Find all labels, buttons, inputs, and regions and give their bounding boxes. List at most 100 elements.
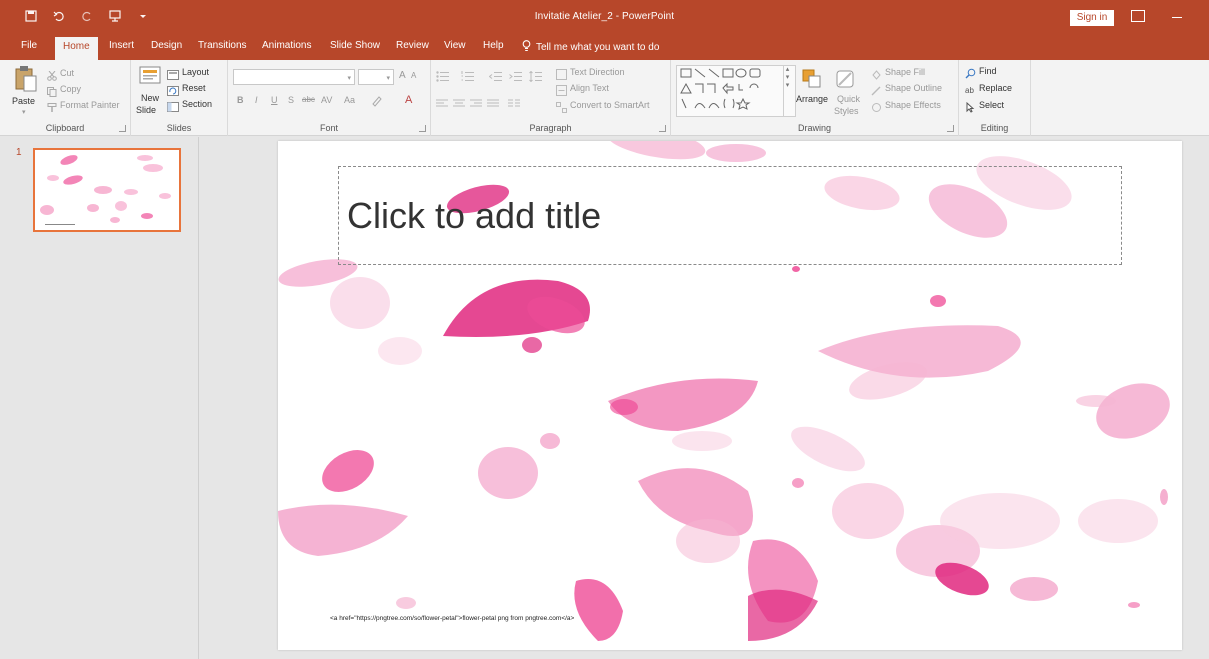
decrease-indent-icon[interactable]: [488, 69, 503, 87]
shape-fill-button[interactable]: Shape Fill: [885, 67, 925, 77]
align-text-button[interactable]: Align Text: [570, 83, 609, 93]
clipboard-group-label: Clipboard: [45, 123, 85, 133]
tab-transitions[interactable]: Transitions: [198, 40, 247, 51]
paragraph-group: Text Direction Align Text Convert to Sma…: [431, 60, 671, 136]
format-painter-label[interactable]: Format Painter: [60, 100, 120, 110]
section-icon: [167, 99, 179, 117]
font-color-button[interactable]: A: [405, 94, 412, 106]
copy-label[interactable]: Copy: [60, 84, 81, 94]
tab-review[interactable]: Review: [396, 40, 429, 51]
quick-styles-label-2[interactable]: Styles: [834, 106, 859, 116]
powerpoint-window: Invitatie Atelier_2 - PowerPoint Sign in…: [0, 0, 1209, 659]
font-group: ▾ ▾ A A B I U S abc AV Aa A Font: [228, 60, 431, 136]
select-button[interactable]: Select: [979, 100, 1004, 110]
align-right-icon[interactable]: [470, 96, 482, 114]
ribbon: Paste ▾ Cut Copy Format Painter Clipboar…: [0, 60, 1209, 136]
tab-view[interactable]: View: [444, 40, 466, 51]
smartart-icon: [556, 100, 567, 118]
new-slide-label-2[interactable]: Slide: [136, 105, 156, 115]
new-slide-label[interactable]: New: [141, 93, 159, 103]
tab-home[interactable]: Home: [55, 37, 98, 60]
character-spacing-button[interactable]: AV: [321, 95, 332, 105]
change-case-button[interactable]: Aa: [344, 95, 355, 105]
tab-help[interactable]: Help: [483, 40, 504, 51]
slide-thumbnails-pane: 1: [0, 137, 199, 659]
paragraph-launcher-icon[interactable]: [659, 125, 666, 132]
ribbon-display-options-icon[interactable]: [1131, 10, 1145, 22]
replace-button[interactable]: Replace: [979, 83, 1012, 93]
underline-button[interactable]: U: [271, 95, 278, 105]
slide-thumbnail[interactable]: [33, 148, 181, 232]
shapes-gallery[interactable]: [676, 65, 796, 117]
slide-canvas[interactable]: Click to add title <a href="https://pngt…: [278, 141, 1182, 650]
tab-design[interactable]: Design: [151, 40, 182, 51]
align-center-icon[interactable]: [453, 96, 465, 114]
increase-indent-icon[interactable]: [509, 69, 523, 87]
bullets-icon[interactable]: [436, 69, 450, 87]
shape-outline-button[interactable]: Shape Outline: [885, 83, 942, 93]
text-direction-button[interactable]: Text Direction: [570, 67, 625, 77]
quick-styles-label[interactable]: Quick: [837, 94, 860, 104]
italic-button[interactable]: I: [255, 95, 258, 105]
cut-label[interactable]: Cut: [60, 68, 74, 78]
clipboard-launcher-icon[interactable]: [119, 125, 126, 132]
tab-file[interactable]: File: [21, 40, 37, 51]
drawing-group-label: Drawing: [797, 123, 831, 133]
thumbnail-petals: [40, 155, 171, 225]
slide-attribution-text[interactable]: <a href="https://pngtree.com/so/flower-p…: [330, 615, 574, 622]
title-placeholder-text[interactable]: Click to add title: [347, 195, 601, 237]
tab-insert[interactable]: Insert: [109, 40, 134, 51]
paste-icon[interactable]: [14, 65, 38, 98]
line-spacing-icon[interactable]: [529, 69, 543, 87]
columns-icon[interactable]: [508, 96, 520, 114]
layout-label[interactable]: Layout: [182, 67, 209, 77]
increase-font-size-button[interactable]: A: [399, 70, 406, 81]
font-name-combo[interactable]: ▾: [233, 69, 355, 85]
font-size-combo[interactable]: ▾: [358, 69, 394, 85]
tab-animations[interactable]: Animations: [262, 40, 311, 51]
sign-in-button[interactable]: Sign in: [1070, 10, 1114, 26]
title-placeholder[interactable]: Click to add title: [338, 166, 1122, 265]
section-label[interactable]: Section: [182, 99, 212, 109]
window-title: Invitatie Atelier_2 - PowerPoint: [534, 11, 675, 22]
numbering-icon[interactable]: [461, 69, 475, 87]
align-left-icon[interactable]: [436, 96, 448, 114]
clipboard-group: Paste ▾ Cut Copy Format Painter Clipboar…: [0, 60, 131, 136]
paste-label[interactable]: Paste: [12, 96, 35, 106]
shape-outline-icon: [871, 83, 882, 101]
format-painter-icon: [47, 100, 57, 118]
arrange-button[interactable]: Arrange: [796, 94, 828, 104]
drawing-group: ▴ ▾ ▾ Arrange Quick Styles Shape Fill Shap…: [671, 60, 959, 136]
justify-icon[interactable]: [487, 96, 499, 114]
drawing-launcher-icon[interactable]: [947, 125, 954, 132]
select-icon: [965, 100, 976, 118]
svg-text:ab: ab: [965, 86, 974, 95]
reset-label[interactable]: Reset: [182, 83, 206, 93]
shape-effects-icon: [871, 100, 882, 118]
editing-group: Find ab Replace Select Editing: [959, 60, 1031, 136]
strikethrough-button[interactable]: abc: [302, 95, 315, 104]
find-button[interactable]: Find: [979, 66, 997, 76]
arrange-icon: [802, 69, 822, 94]
shape-effects-button[interactable]: Shape Effects: [885, 100, 941, 110]
convert-to-smartart-button[interactable]: Convert to SmartArt: [570, 100, 650, 110]
editing-group-label: Editing: [980, 123, 1009, 133]
ribbon-tabs: File Home Insert Design Transitions Anim…: [0, 34, 1209, 60]
new-slide-icon[interactable]: [139, 66, 161, 95]
slides-group: New Slide Layout Reset Section Slides: [131, 60, 228, 136]
tab-slide-show[interactable]: Slide Show: [330, 40, 380, 51]
highlight-icon[interactable]: [371, 94, 383, 112]
title-bar: Invitatie Atelier_2 - PowerPoint Sign in: [0, 0, 1209, 34]
minimize-icon[interactable]: [1172, 17, 1182, 18]
shadow-button[interactable]: S: [288, 95, 294, 105]
bold-button[interactable]: B: [237, 95, 244, 105]
lightbulb-icon: [522, 40, 531, 55]
slide-editing-area: Click to add title <a href="https://pngt…: [200, 137, 1209, 659]
font-launcher-icon[interactable]: [419, 125, 426, 132]
paragraph-group-label: Paragraph: [529, 123, 572, 133]
tell-me-text: Tell me what you want to do: [536, 42, 660, 53]
decrease-font-size-button[interactable]: A: [411, 71, 416, 80]
shapes-scroll-icon[interactable]: ▴ ▾ ▾: [783, 65, 791, 117]
paste-dropdown-icon[interactable]: ▾: [22, 108, 26, 116]
tell-me-search[interactable]: Tell me what you want to do: [522, 40, 659, 55]
